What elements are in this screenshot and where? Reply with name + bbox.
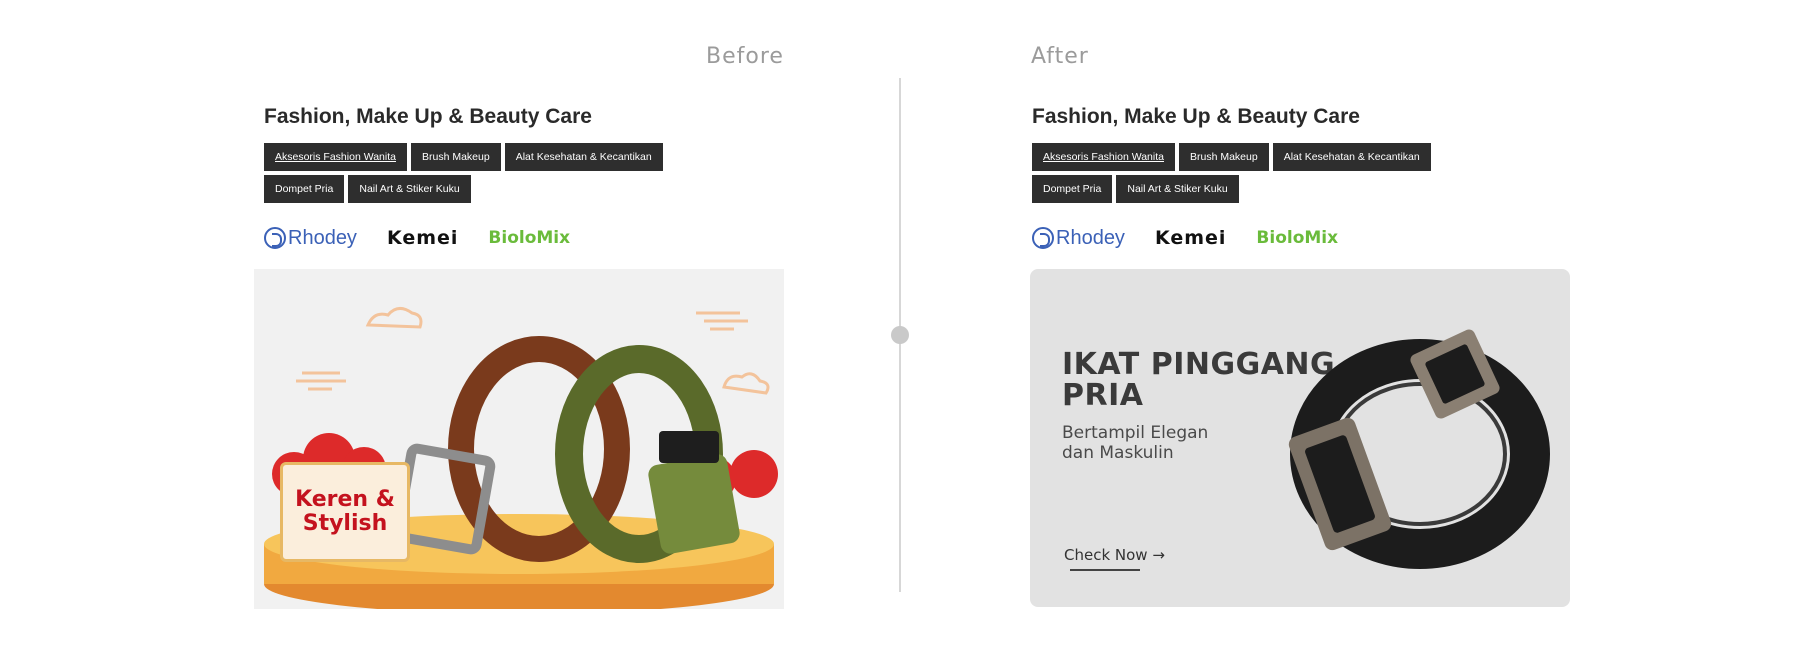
tag-dompet-pria[interactable]: Dompet Pria (264, 175, 345, 203)
promo-banner-before[interactable]: Keren & Stylish (254, 269, 784, 609)
tag-nail-art[interactable]: Nail Art & Stiker Kuku (348, 175, 471, 203)
section-title: Fashion, Make Up & Beauty Care (264, 105, 592, 128)
tag-dompet-pria[interactable]: Dompet Pria (1032, 175, 1113, 203)
divider-handle[interactable] (891, 326, 909, 344)
rhodey-icon (264, 227, 286, 249)
sign-line-1: Keren & (295, 487, 395, 512)
tag-aksesoris-fashion-wanita[interactable]: Aksesoris Fashion Wanita (1032, 143, 1175, 171)
category-tags: Aksesoris Fashion Wanita Brush Makeup Al… (1032, 143, 1512, 203)
promo-banner-after[interactable]: IKAT PINGGANG PRIA Bertampil Elegan dan … (1030, 269, 1570, 607)
brand-rhodey-logo[interactable]: Rhodey (1032, 227, 1125, 250)
brand-rhodey-logo[interactable]: Rhodey (264, 227, 357, 250)
category-tags: Aksesoris Fashion Wanita Brush Makeup Al… (264, 143, 744, 203)
after-panel: Fashion, Make Up & Beauty Care Aksesoris… (1022, 100, 1562, 253)
brand-logos: Rhodey Kemei BioloMix (1032, 223, 1562, 253)
before-label: Before (706, 44, 784, 69)
tag-brush-makeup[interactable]: Brush Makeup (1179, 143, 1269, 171)
tag-alat-kesehatan[interactable]: Alat Kesehatan & Kecantikan (1272, 143, 1431, 171)
promo-sign: Keren & Stylish (280, 462, 410, 562)
check-now-link[interactable]: Check Now → (1064, 546, 1165, 564)
sign-line-2: Stylish (302, 511, 388, 536)
before-panel: Fashion, Make Up & Beauty Care Aksesoris… (254, 100, 794, 253)
brand-biolomix-logo[interactable]: BioloMix (1256, 228, 1338, 248)
tag-aksesoris-fashion-wanita[interactable]: Aksesoris Fashion Wanita (264, 143, 407, 171)
brand-biolomix-logo[interactable]: BioloMix (488, 228, 570, 248)
tag-alat-kesehatan[interactable]: Alat Kesehatan & Kecantikan (504, 143, 663, 171)
rhodey-icon (1032, 227, 1054, 249)
brand-kemei-logo[interactable]: Kemei (1155, 227, 1226, 249)
tag-brush-makeup[interactable]: Brush Makeup (411, 143, 501, 171)
cta-underline (1070, 569, 1140, 571)
brand-logos: Rhodey Kemei BioloMix (264, 223, 794, 253)
leather-belt-image (1288, 329, 1550, 569)
section-title: Fashion, Make Up & Beauty Care (1032, 105, 1360, 128)
after-label: After (1031, 44, 1089, 69)
brand-kemei-logo[interactable]: Kemei (387, 227, 458, 249)
banner-subtitle: Bertampil Elegan dan Maskulin (1062, 423, 1209, 463)
tag-nail-art[interactable]: Nail Art & Stiker Kuku (1116, 175, 1239, 203)
